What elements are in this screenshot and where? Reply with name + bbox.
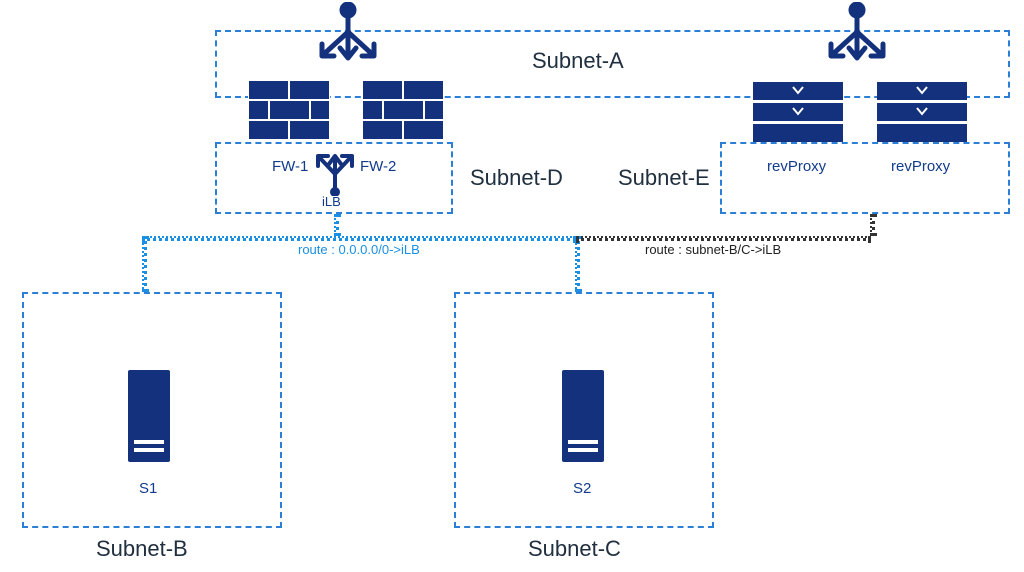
ilb-label: iLB — [322, 194, 341, 209]
revproxy-icon — [753, 82, 843, 145]
revproxy-right-label: revProxy — [891, 158, 950, 175]
route-line — [575, 236, 580, 292]
load-balancer-icon — [825, 2, 889, 80]
revproxy-icon — [877, 82, 967, 145]
subnet-a-label: Subnet-A — [532, 48, 624, 74]
s2-label: S2 — [573, 480, 591, 497]
route-line — [576, 236, 871, 241]
load-balancer-icon — [316, 2, 380, 80]
firewall-icon — [362, 80, 444, 140]
subnet-e-label: Subnet-E — [618, 165, 710, 191]
route-line — [142, 236, 576, 241]
route-left-label: route : 0.0.0.0/0->iLB — [298, 242, 420, 257]
subnet-e-box — [720, 142, 1010, 214]
firewall-icon — [248, 80, 330, 140]
route-right-label: route : subnet-B/C->iLB — [645, 242, 781, 257]
route-line — [142, 236, 147, 292]
s1-label: S1 — [139, 480, 157, 497]
fw2-label: FW-2 — [360, 158, 396, 175]
subnet-b-label: Subnet-B — [96, 536, 188, 562]
internal-load-balancer-icon — [314, 148, 356, 196]
subnet-d-label: Subnet-D — [470, 165, 563, 191]
fw1-label: FW-1 — [272, 158, 308, 175]
revproxy-left-label: revProxy — [767, 158, 826, 175]
route-line — [334, 214, 339, 236]
route-line — [870, 214, 875, 236]
server-icon — [128, 370, 170, 462]
subnet-c-label: Subnet-C — [528, 536, 621, 562]
server-icon — [562, 370, 604, 462]
